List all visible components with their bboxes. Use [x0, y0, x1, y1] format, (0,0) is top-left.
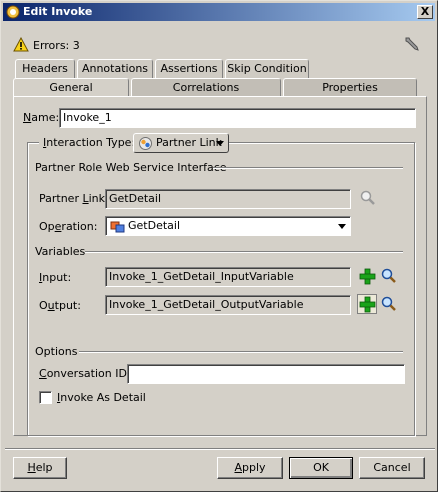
tab-headers[interactable]: Headers: [15, 59, 75, 78]
chevron-down-icon: [338, 224, 346, 229]
chevron-down-icon: [216, 141, 224, 146]
operation-icon: [110, 221, 125, 233]
tab-assertions[interactable]: Assertions: [155, 59, 223, 78]
input-variable-field[interactable]: Invoke_1_GetDetail_InputVariable: [105, 267, 351, 287]
add-icon[interactable]: [359, 268, 376, 285]
name-label: Name:: [23, 111, 60, 124]
name-field[interactable]: Invoke_1: [59, 108, 416, 128]
conversation-id-label: Conversation ID:: [39, 367, 131, 380]
invoke-as-detail-label: Invoke As Detail: [57, 391, 146, 404]
search-icon[interactable]: [380, 295, 398, 313]
tab-skip-condition[interactable]: Skip Condition: [225, 59, 309, 78]
variables-section-divider: [85, 251, 403, 253]
add-button-focused[interactable]: [357, 294, 377, 314]
tab-properties[interactable]: Properties: [283, 78, 417, 97]
tab-general[interactable]: General: [13, 78, 129, 97]
wrench-icon[interactable]: [403, 35, 421, 53]
interaction-type-label: Interaction Type:: [39, 136, 140, 149]
partner-link-field[interactable]: GetDetail: [105, 189, 351, 209]
close-button[interactable]: X: [417, 5, 433, 19]
options-section-title: Options: [35, 345, 78, 358]
search-icon[interactable]: [359, 189, 377, 207]
interaction-type-value: Partner Link: [156, 136, 222, 149]
tab-correlations[interactable]: Correlations: [131, 78, 281, 97]
edit-invoke-dialog: Edit Invoke X Errors: 3 Headers Annotati…: [0, 0, 438, 492]
apply-button[interactable]: Apply: [217, 457, 283, 479]
ok-button[interactable]: OK: [289, 457, 353, 479]
tab-annotations[interactable]: Annotations: [77, 59, 153, 78]
add-icon: [359, 296, 376, 313]
errors-label: Errors: 3: [33, 39, 80, 52]
variables-section-title: Variables: [35, 245, 86, 258]
interaction-type-select[interactable]: Partner Link: [133, 133, 229, 153]
partner-link-label: Partner Link:: [39, 192, 109, 205]
window-title: Edit Invoke: [23, 5, 93, 18]
input-label: Input:: [39, 271, 72, 284]
cancel-button[interactable]: Cancel: [359, 457, 425, 479]
output-variable-field[interactable]: Invoke_1_GetDetail_OutputVariable: [105, 295, 351, 315]
warning-icon: [13, 37, 29, 52]
operation-select[interactable]: GetDetail: [105, 216, 351, 236]
title-bar[interactable]: Edit Invoke X: [3, 3, 435, 21]
help-button[interactable]: Help: [13, 457, 67, 479]
partner-section-title: Partner Role Web Service Interface: [35, 161, 227, 174]
operation-value: GetDetail: [128, 219, 181, 232]
conversation-id-field[interactable]: [127, 364, 405, 384]
partner-link-icon: [139, 137, 152, 150]
search-icon[interactable]: [380, 267, 398, 285]
operation-label: Operation:: [39, 220, 98, 233]
footer-divider: [5, 448, 435, 450]
app-icon: [6, 5, 20, 19]
partner-section-divider: [213, 167, 403, 169]
options-section-divider: [79, 351, 403, 353]
invoke-as-detail-checkbox[interactable]: [39, 391, 52, 404]
output-label: Output:: [39, 299, 81, 312]
